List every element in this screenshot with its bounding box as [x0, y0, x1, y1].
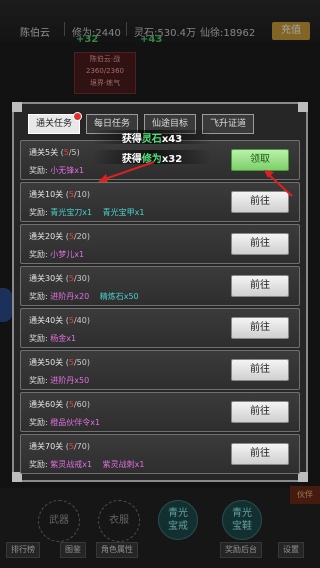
reward-item: 精炼石x50 [99, 292, 139, 301]
task-title: 通关10关 (5/10) [29, 190, 90, 199]
task-row: 通关70关 (5/70) 奖励: 紫灵战戒x1 紫灵战刺x1 前往 [20, 434, 300, 474]
task-reward: 奖励: 杨金x1 [29, 334, 77, 343]
go-button[interactable]: 前往 [231, 401, 289, 423]
task-reward: 奖励: 小无锋x1 [29, 166, 85, 175]
task-title: 通关70关 (5/70) [29, 442, 90, 451]
go-button[interactable]: 前往 [231, 275, 289, 297]
panel-corner [12, 102, 22, 112]
go-button[interactable]: 前往 [231, 359, 289, 381]
task-title: 通关20关 (5/20) [29, 232, 90, 241]
task-title: 通关50关 (5/50) [29, 358, 90, 367]
reward-item: 杨金x1 [50, 334, 77, 343]
reward-item: 青光宝刀x1 [50, 208, 93, 217]
task-title: 通关30关 (5/30) [29, 274, 90, 283]
reward-item: 进阶丹x50 [50, 376, 90, 385]
task-row: 通关20关 (5/20) 奖励: 小梦儿x1 前往 [20, 224, 300, 264]
task-title: 通关5关 (5/5) [29, 148, 80, 157]
annotation-arrow-icon [98, 161, 155, 182]
task-row: 通关30关 (5/30) 奖励: 进阶丹x20 精炼石x50 前往 [20, 266, 300, 306]
task-row: 通关40关 (5/40) 奖励: 杨金x1 前往 [20, 308, 300, 348]
tab-clear-stage-tasks[interactable]: 通关任务 [28, 112, 82, 134]
reward-item: 小无锋x1 [50, 166, 85, 175]
reward-item: 进阶丹x20 [50, 292, 90, 301]
annotation-arrow-icon [264, 170, 293, 197]
task-reward: 奖励: 进阶丹x20 精炼石x50 [29, 292, 139, 301]
task-reward: 奖励: 青光宝刀x1 青光宝甲x1 [29, 208, 145, 217]
task-row: 通关10关 (5/10) 奖励: 青光宝刀x1 青光宝甲x1 前往 [20, 182, 300, 222]
task-reward: 奖励: 紫灵战戒x1 紫灵战刺x1 [29, 460, 145, 469]
notification-dot-icon [73, 112, 82, 121]
task-title: 通关40关 (5/40) [29, 316, 90, 325]
task-reward: 奖励: 进阶丹x50 [29, 376, 90, 385]
reward-item: 紫灵战刺x1 [102, 460, 145, 469]
task-reward: 奖励: 小梦儿x1 [29, 250, 85, 259]
reward-item: 橙品伙伴令x1 [50, 418, 101, 427]
reward-item: 青光宝甲x1 [102, 208, 145, 217]
reward-toast: 获得灵石x43 [92, 130, 212, 145]
reward-item: 紫灵战戒x1 [50, 460, 93, 469]
panel-corner [298, 472, 308, 482]
tab-label: 通关任务 [35, 119, 72, 129]
go-button[interactable]: 前往 [231, 317, 289, 339]
panel-corner [298, 102, 308, 112]
reward-item: 小梦儿x1 [50, 250, 85, 259]
task-reward: 奖励: 橙品伙伴令x1 [29, 418, 101, 427]
task-row: 通关60关 (5/60) 奖励: 橙品伙伴令x1 前往 [20, 392, 300, 432]
task-title: 通关60关 (5/60) [29, 400, 90, 409]
task-row: 通关50关 (5/50) 奖励: 进阶丹x50 前往 [20, 350, 300, 390]
go-button[interactable]: 前往 [231, 233, 289, 255]
go-button[interactable]: 前往 [231, 443, 289, 465]
